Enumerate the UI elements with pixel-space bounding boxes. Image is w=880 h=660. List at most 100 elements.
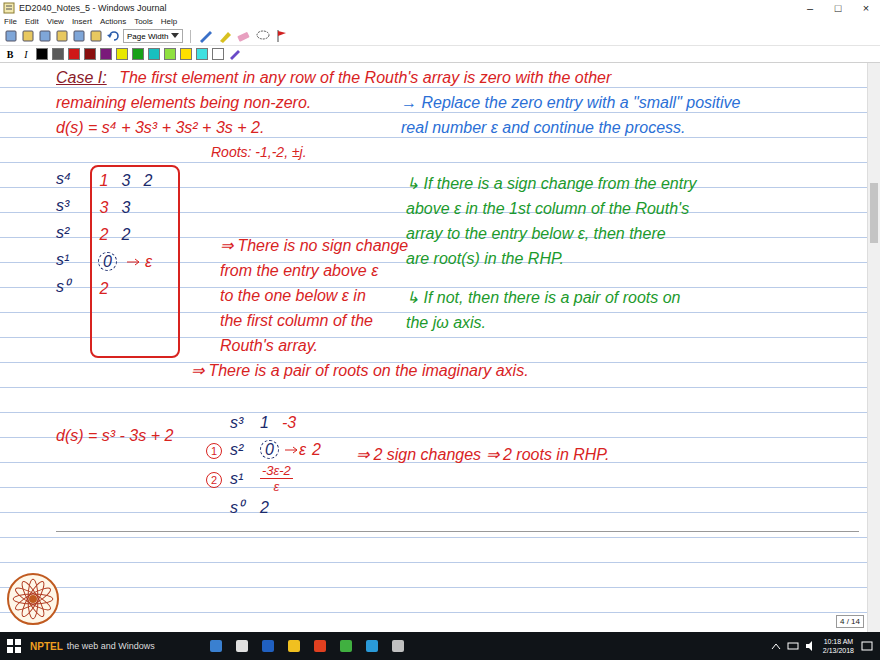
- denominator: ε: [274, 479, 280, 494]
- pen-color-swatch[interactable]: [132, 48, 144, 60]
- toolbar-icon[interactable]: [38, 29, 52, 43]
- case-line: the jω axis.: [406, 310, 859, 335]
- toolbar-icon[interactable]: [21, 29, 35, 43]
- taskbar-app-icon[interactable]: [312, 638, 328, 654]
- menu-item[interactable]: Tools: [134, 17, 153, 26]
- routh-power: s²: [56, 219, 80, 246]
- clock[interactable]: 10:18 AM 2/13/2018: [823, 637, 854, 655]
- nptel-logo-text: NPTEL: [30, 641, 63, 652]
- pen-color-swatch[interactable]: [148, 48, 160, 60]
- pen-color-swatch[interactable]: [84, 48, 96, 60]
- time: 10:18 AM: [824, 637, 854, 646]
- notification-icon[interactable]: [860, 639, 874, 653]
- taskbar-app-icon[interactable]: [208, 638, 224, 654]
- window-control[interactable]: □: [824, 2, 852, 14]
- routh-power: s⁰: [230, 494, 254, 521]
- undo-icon[interactable]: [106, 29, 120, 43]
- pen-color-swatch[interactable]: [68, 48, 80, 60]
- toolbar: Page Width: [0, 27, 880, 46]
- routh-row: 1 s² 0 ε2: [206, 436, 356, 463]
- toolbar-icon[interactable]: [55, 29, 69, 43]
- taskbar-app-icon[interactable]: [260, 638, 276, 654]
- taskbar-app-icon[interactable]: [364, 638, 380, 654]
- menu-item[interactable]: Help: [161, 17, 177, 26]
- menu-item[interactable]: View: [47, 17, 64, 26]
- routh-power: s¹: [230, 465, 254, 492]
- pen-color-swatch[interactable]: [196, 48, 208, 60]
- routh-entry: 2: [260, 499, 276, 517]
- toolbar-icon[interactable]: [89, 29, 103, 43]
- bold-button[interactable]: B: [4, 49, 16, 60]
- zero-entry: 0: [260, 440, 279, 459]
- pen-color-swatch[interactable]: [180, 48, 192, 60]
- volume-icon[interactable]: [805, 640, 817, 652]
- taskbar-app-icon[interactable]: [286, 638, 302, 654]
- highlighter-icon[interactable]: [217, 29, 233, 43]
- format-bar: B I: [0, 46, 880, 63]
- routh-power: s³: [230, 409, 254, 436]
- routh-power: s³: [56, 192, 80, 219]
- taskbar-app-icon[interactable]: [338, 638, 354, 654]
- date: 2/13/2018: [823, 646, 854, 655]
- page-indicator: 4 / 14: [836, 615, 864, 628]
- pen-color-swatch[interactable]: [164, 48, 176, 60]
- observation-line: Routh's array.: [220, 333, 408, 358]
- lasso-icon[interactable]: [255, 29, 271, 43]
- routh-entry: 1: [98, 172, 110, 190]
- toolbar-icon[interactable]: [4, 29, 18, 43]
- windows-start-icon[interactable]: [6, 638, 22, 654]
- pen-color-swatch[interactable]: [100, 48, 112, 60]
- menu-item[interactable]: Insert: [72, 17, 92, 26]
- network-icon[interactable]: [787, 640, 799, 652]
- menu-item[interactable]: Edit: [25, 17, 39, 26]
- taskbar-app-icon[interactable]: [390, 638, 406, 654]
- scrollbar-thumb[interactable]: [870, 183, 878, 243]
- observation-line: the first column of the: [220, 308, 408, 333]
- step-marker: 2: [206, 472, 222, 488]
- case-text: The first element in any row of the Rout…: [119, 69, 611, 86]
- routh-row: 2: [98, 275, 172, 302]
- pen-color-swatch[interactable]: [212, 48, 224, 60]
- pen-color-swatch[interactable]: [116, 48, 128, 60]
- toolbar-icon[interactable]: [72, 29, 86, 43]
- search-box[interactable]: NPTEL the web and Windows: [30, 641, 180, 652]
- case-line: above ε in the 1st column of the Routh's: [406, 196, 859, 221]
- numerator: -3ε-2: [260, 463, 293, 479]
- zero-entry: 0: [98, 252, 117, 271]
- window-control[interactable]: ×: [852, 2, 880, 14]
- italic-button[interactable]: I: [20, 49, 32, 60]
- routh-row: s³ 1-3: [206, 409, 356, 436]
- routh-power: s²: [230, 436, 254, 463]
- tray-chevron-icon[interactable]: [771, 642, 781, 650]
- pen-icon[interactable]: [198, 29, 214, 43]
- epsilon-entry: ε: [299, 441, 306, 459]
- taskbar-app-icon[interactable]: [234, 638, 250, 654]
- nptel-logo-icon: [6, 572, 60, 626]
- roots-text: Roots: -1,-2, ±j.: [56, 140, 401, 165]
- window-control[interactable]: –: [796, 2, 824, 14]
- pen-style-icon[interactable]: [228, 48, 242, 60]
- zoom-dropdown[interactable]: Page Width: [123, 29, 183, 43]
- eraser-icon[interactable]: [236, 29, 252, 43]
- arrow-icon: [285, 446, 299, 454]
- menu-item[interactable]: File: [4, 17, 17, 26]
- step-marker: 1: [206, 443, 222, 459]
- journal-window: ED2040_Notes_5 - Windows Journal –□× Fil…: [0, 0, 880, 660]
- menu-item[interactable]: Actions: [100, 17, 126, 26]
- routh-entry: 3: [98, 199, 110, 217]
- routh-entry: 2: [142, 172, 154, 190]
- taskbar: NPTEL the web and Windows 10:18 AM 2/13/…: [0, 632, 880, 660]
- observation-line: to the one below ε in: [220, 283, 408, 308]
- note-page[interactable]: Case I: The first element in any row of …: [0, 63, 867, 632]
- page-divider: [56, 531, 859, 532]
- routh-power: s⁴: [56, 165, 80, 192]
- flag-icon[interactable]: [274, 29, 290, 43]
- case-label: Case I:: [56, 69, 107, 86]
- pen-color-swatch[interactable]: [52, 48, 64, 60]
- fraction-entry: -3ε-2 ε: [260, 463, 293, 494]
- zoom-value: Page Width: [127, 32, 168, 41]
- scrollbar[interactable]: [867, 63, 880, 632]
- window-title: ED2040_Notes_5 - Windows Journal: [19, 3, 792, 13]
- routh-row: 0 ε: [98, 248, 172, 275]
- pen-color-swatch[interactable]: [36, 48, 48, 60]
